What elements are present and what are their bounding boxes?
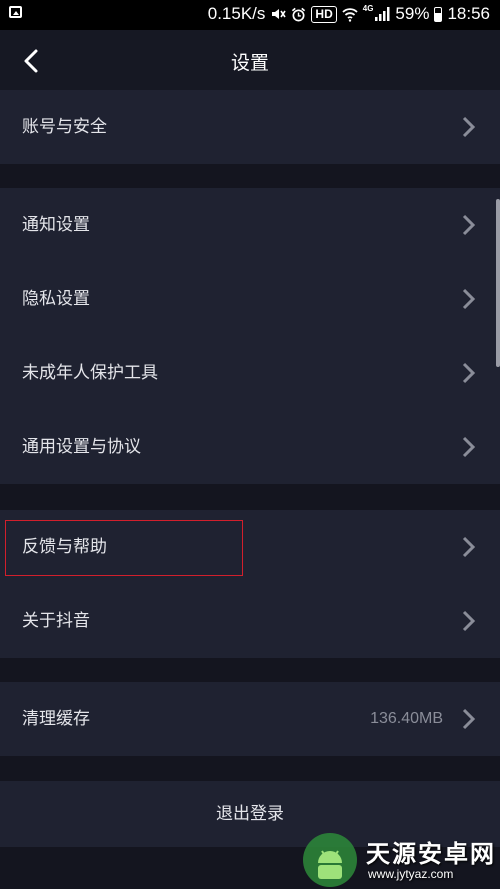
row-notification-settings[interactable]: 通知设置 bbox=[0, 188, 500, 262]
alarm-icon bbox=[292, 7, 306, 21]
battery-percent: 59% bbox=[395, 4, 430, 23]
settings-group-general: 通知设置 隐私设置 未成年人保护工具 通用设置与协议 bbox=[0, 188, 500, 484]
settings-group-account: 账号与安全 bbox=[0, 90, 500, 164]
row-label: 清理缓存 bbox=[22, 709, 90, 729]
page-title: 设置 bbox=[230, 52, 269, 74]
scrollbar-thumb[interactable] bbox=[496, 199, 500, 367]
row-minor-protection[interactable]: 未成年人保护工具 bbox=[0, 336, 500, 410]
network-type: 4G bbox=[362, 3, 374, 13]
mute-icon bbox=[272, 9, 287, 19]
settings-group-cache: 清理缓存 136.40MB bbox=[0, 682, 500, 756]
watermark-url: www.jytyaz.com bbox=[368, 867, 454, 881]
image-notification-icon bbox=[9, 6, 22, 18]
hd-badge: HD bbox=[311, 5, 337, 23]
chevron-right-icon bbox=[462, 436, 476, 458]
row-privacy-settings[interactable]: 隐私设置 bbox=[0, 262, 500, 336]
row-general-settings[interactable]: 通用设置与协议 bbox=[0, 410, 500, 484]
logout-label: 退出登录 bbox=[216, 804, 284, 824]
row-label: 隐私设置 bbox=[22, 289, 90, 309]
chevron-right-icon bbox=[462, 610, 476, 632]
signal-icon bbox=[375, 7, 390, 21]
row-label: 未成年人保护工具 bbox=[22, 363, 158, 383]
highlight-annotation-box bbox=[5, 520, 243, 576]
watermark: 天源安卓网 www.jytyaz.com bbox=[296, 830, 500, 889]
row-about[interactable]: 关于抖音 bbox=[0, 584, 500, 658]
chevron-right-icon bbox=[462, 214, 476, 236]
row-label: 通用设置与协议 bbox=[22, 437, 141, 457]
watermark-android-icon bbox=[303, 833, 357, 887]
top-nav: 设置 bbox=[0, 30, 500, 90]
chevron-right-icon bbox=[462, 536, 476, 558]
chevron-right-icon bbox=[462, 116, 476, 138]
battery-icon bbox=[434, 6, 443, 22]
settings-screen: 0.15K/s HD 4G 59% 18:56 设置 账号与安全 通知设置 隐私… bbox=[0, 0, 500, 889]
watermark-text: 天源安卓网 bbox=[366, 840, 496, 868]
chevron-right-icon bbox=[462, 708, 476, 730]
chevron-right-icon bbox=[462, 288, 476, 310]
clock: 18:56 bbox=[447, 4, 490, 23]
wifi-icon bbox=[342, 7, 358, 22]
row-label: 账号与安全 bbox=[22, 117, 107, 137]
row-account-security[interactable]: 账号与安全 bbox=[0, 90, 500, 164]
status-bar: 0.15K/s HD 4G 59% 18:56 bbox=[0, 0, 500, 30]
row-clear-cache[interactable]: 清理缓存 136.40MB bbox=[0, 682, 500, 756]
network-speed: 0.15K/s bbox=[207, 4, 266, 23]
row-label: 通知设置 bbox=[22, 215, 90, 235]
row-label: 关于抖音 bbox=[22, 611, 90, 631]
chevron-right-icon bbox=[462, 362, 476, 384]
cache-size: 136.40MB bbox=[370, 710, 443, 727]
